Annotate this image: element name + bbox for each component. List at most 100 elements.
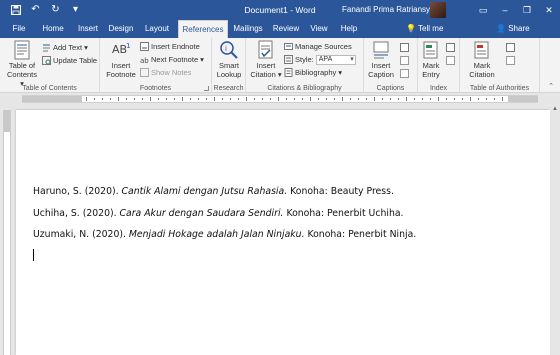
ruler-tick: [398, 98, 399, 100]
insert-caption-label: Insert Caption: [368, 61, 394, 79]
table-of-contents-button[interactable]: Table of Contents ▾: [5, 40, 39, 88]
insert-table-of-figures-button[interactable]: [400, 42, 409, 53]
ruler-tick: [134, 98, 135, 100]
ruler-tick: [422, 98, 423, 100]
ruler-tick: [166, 98, 167, 100]
table-of-contents-icon: [12, 40, 32, 60]
ruler-tick: [494, 98, 495, 100]
update-table-of-authorities-button[interactable]: [506, 55, 515, 66]
tell-me-box[interactable]: 💡 Tell me: [406, 20, 443, 38]
group-table-of-contents: Table of Contents ▾ Add Text ▾ Update Ta…: [0, 38, 100, 93]
insert-index-button[interactable]: [446, 42, 455, 53]
reference-entry[interactable]: Haruno, S. (2020). Cantik Alami dengan J…: [33, 186, 394, 197]
ruler-tick: [294, 98, 295, 100]
ruler-tick: [374, 97, 375, 101]
mark-entry-label: Mark Entry: [422, 61, 440, 79]
tab-file[interactable]: File: [8, 20, 30, 38]
tab-insert[interactable]: Insert: [74, 20, 102, 38]
manage-sources-button[interactable]: Manage Sources: [284, 41, 352, 52]
avatar[interactable]: [430, 2, 446, 18]
add-text-icon: [42, 43, 51, 52]
ruler-tick: [382, 98, 383, 100]
ruler-tick: [302, 98, 303, 100]
tab-design[interactable]: Design: [106, 20, 136, 38]
horizontal-ruler[interactable]: [0, 93, 560, 104]
tab-home[interactable]: Home: [38, 20, 68, 38]
update-figures-icon: [400, 56, 409, 65]
document-page[interactable]: Haruno, S. (2020). Cantik Alami dengan J…: [16, 110, 550, 355]
mark-citation-button[interactable]: Mark Citation: [464, 40, 500, 79]
update-index-icon: [446, 56, 455, 65]
ruler-tick: [438, 97, 439, 101]
collapse-ribbon-icon[interactable]: ⌃: [548, 82, 554, 90]
minimize-icon[interactable]: –: [494, 0, 516, 20]
ruler-tick: [278, 97, 279, 101]
tab-mailings[interactable]: Mailings: [232, 20, 264, 38]
ribbon: Table of Contents ▾ Add Text ▾ Update Ta…: [0, 38, 560, 93]
close-icon[interactable]: ✕: [538, 0, 560, 20]
ruler-tick: [190, 98, 191, 100]
update-table-of-figures-button[interactable]: [400, 55, 409, 66]
vertical-ruler[interactable]: [3, 110, 11, 355]
reference-title: Menjadi Hokage adalah Jalan Ninjaku.: [128, 229, 305, 240]
group-label-toc: Table of Contents: [22, 85, 77, 92]
insert-citation-label: Insert Citation: [250, 61, 276, 79]
share-button[interactable]: 👤 Share: [496, 20, 530, 38]
tab-review[interactable]: Review: [272, 20, 300, 38]
add-text-button[interactable]: Add Text ▾: [42, 42, 88, 53]
insert-footnote-label: Insert Footnote: [106, 61, 136, 79]
mark-entry-button[interactable]: Mark Entry: [419, 40, 443, 79]
tab-view[interactable]: View: [306, 20, 332, 38]
save-icon[interactable]: [10, 5, 21, 16]
show-notes-icon: [140, 68, 149, 77]
ruler-tick: [406, 97, 407, 101]
vertical-ruler-top-margin: [4, 110, 10, 132]
insert-footnote-button[interactable]: AB 1 Insert Footnote: [104, 40, 138, 79]
ruler-tick: [286, 98, 287, 100]
insert-endnote-label: Insert Endnote: [151, 42, 200, 51]
insert-citation-button[interactable]: Insert Citation ▾: [249, 40, 283, 79]
scroll-up-icon[interactable]: ▲: [550, 104, 560, 114]
smart-lookup-button[interactable]: i Smart Lookup: [213, 40, 245, 79]
insert-endnote-button[interactable]: Insert Endnote: [140, 41, 200, 52]
customize-quick-access-icon[interactable]: ▾: [70, 5, 81, 16]
show-notes-button[interactable]: Show Notes: [140, 67, 191, 78]
ruler-tick: [310, 97, 311, 101]
next-footnote-icon: ab: [140, 55, 149, 65]
vertical-scrollbar[interactable]: ▲: [550, 104, 560, 355]
insert-caption-button[interactable]: Insert Caption: [365, 40, 397, 79]
ribbon-display-options-icon[interactable]: ▭: [472, 0, 494, 20]
update-table-label: Update Table: [53, 56, 98, 65]
group-captions: Insert Caption Captions: [364, 38, 418, 93]
ruler-tick: [350, 98, 351, 100]
update-table-icon: [42, 56, 51, 65]
ruler-tick: [246, 97, 247, 101]
ruler-tick: [86, 97, 87, 101]
svg-text:ab: ab: [140, 57, 149, 64]
ruler-tick: [462, 98, 463, 100]
tab-references[interactable]: References: [178, 20, 228, 38]
reference-publisher: Konoha: Penerbit Ninja.: [304, 229, 417, 240]
undo-icon[interactable]: ↶: [30, 5, 41, 16]
group-label-index: Index: [429, 85, 448, 92]
reference-entry[interactable]: Uzumaki, N. (2020). Menjadi Hokage adala…: [33, 229, 416, 240]
group-label-authorities: Table of Authorities: [469, 85, 530, 92]
redo-icon[interactable]: ↻: [50, 5, 61, 16]
reference-entry[interactable]: Uchiha, S. (2020). Cara Akur dengan Saud…: [33, 208, 403, 219]
next-footnote-button[interactable]: ab Next Footnote ▾: [140, 54, 204, 65]
add-text-label: Add Text: [53, 43, 83, 52]
restore-icon[interactable]: ❐: [516, 0, 538, 20]
cross-reference-button[interactable]: [400, 68, 409, 79]
ruler-tick: [390, 98, 391, 100]
style-select[interactable]: APA: [315, 54, 356, 65]
bibliography-button[interactable]: Bibliography ▾: [284, 67, 342, 78]
update-table-button[interactable]: Update Table: [42, 55, 97, 66]
group-research: i Smart Lookup Research: [212, 38, 246, 93]
insert-table-of-authorities-button[interactable]: [506, 42, 515, 53]
tab-help[interactable]: Help: [338, 20, 360, 38]
ruler-tick: [326, 98, 327, 100]
tab-layout[interactable]: Layout: [142, 20, 172, 38]
update-index-button[interactable]: [446, 55, 455, 66]
ruler-track: [22, 95, 538, 103]
user-name[interactable]: Fanandi Prima Ratriansyah: [342, 5, 439, 14]
